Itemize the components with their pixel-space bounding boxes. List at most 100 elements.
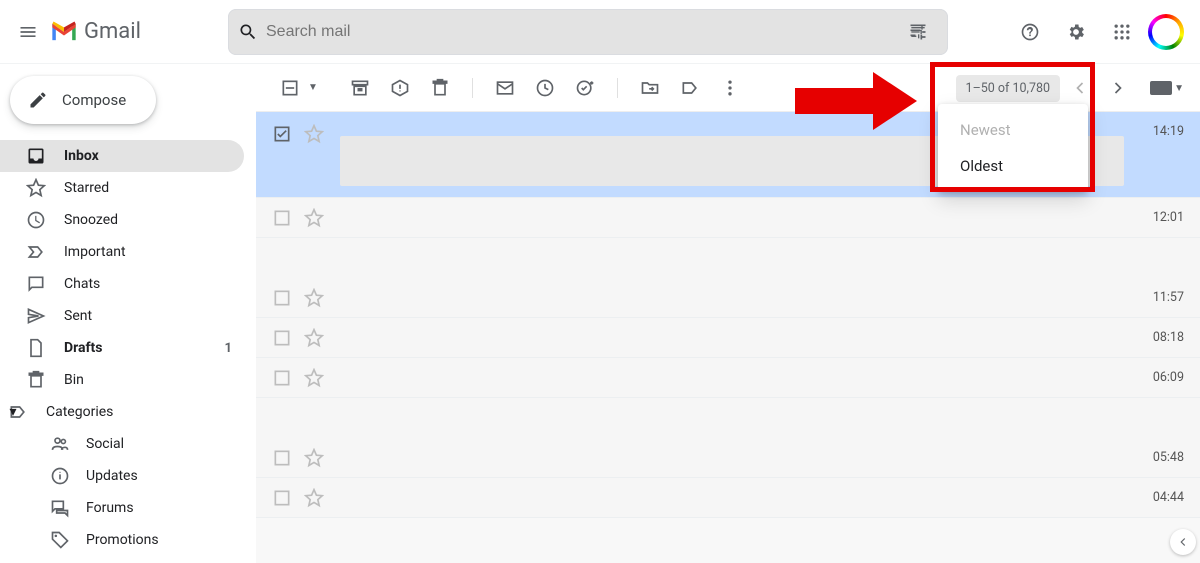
account-avatar[interactable] xyxy=(1148,14,1184,50)
settings-button[interactable] xyxy=(1056,12,1096,52)
row-checkbox-icon[interactable] xyxy=(272,328,292,348)
drafts-icon xyxy=(26,338,46,358)
sidebar-label: Inbox xyxy=(64,148,99,164)
more-vert-icon xyxy=(720,78,740,98)
row-star-icon[interactable] xyxy=(304,488,324,508)
drafts-count: 1 xyxy=(225,341,232,356)
toolbar: ▼ 1–50 of 10,780 xyxy=(256,64,1200,112)
inbox-icon xyxy=(26,146,46,166)
apps-button[interactable] xyxy=(1102,12,1142,52)
sidebar-label: Snoozed xyxy=(64,212,118,228)
sidebar-label: Important xyxy=(64,244,126,260)
hamburger-icon xyxy=(18,22,38,42)
sidebar-item-snoozed[interactable]: Snoozed xyxy=(0,204,244,236)
row-star-icon[interactable] xyxy=(304,368,324,388)
sidebar-label: Bin xyxy=(64,372,84,388)
pagination-sort-menu: Newest Oldest xyxy=(938,104,1088,192)
archive-button[interactable] xyxy=(342,70,378,106)
search-bar[interactable] xyxy=(228,9,948,55)
search-input[interactable] xyxy=(266,23,890,41)
forums-icon xyxy=(50,498,70,518)
select-dropdown-caret-icon[interactable]: ▼ xyxy=(308,82,318,93)
sort-oldest-option[interactable]: Oldest xyxy=(938,148,1088,184)
input-tools-button[interactable]: ▼ xyxy=(1150,81,1184,95)
row-star-icon[interactable] xyxy=(304,288,324,308)
report-spam-button[interactable] xyxy=(382,70,418,106)
gear-icon xyxy=(1066,22,1086,42)
sidebar-item-bin[interactable]: Bin xyxy=(0,364,244,396)
email-row[interactable]: 04:44 xyxy=(256,478,1200,518)
delete-button[interactable] xyxy=(422,70,458,106)
sidebar-label: Drafts xyxy=(64,340,102,356)
compose-button[interactable]: Compose xyxy=(10,76,156,124)
sidebar-item-drafts[interactable]: Drafts 1 xyxy=(0,332,244,364)
older-page-button[interactable] xyxy=(1100,70,1136,106)
chat-icon xyxy=(26,274,46,294)
categories-caret-icon: ▾ xyxy=(8,407,18,417)
snooze-button[interactable] xyxy=(527,70,563,106)
email-time: 11:57 xyxy=(1144,290,1184,305)
row-checkbox-icon[interactable] xyxy=(272,288,292,308)
main-menu-button[interactable] xyxy=(8,12,48,52)
sidebar-item-forums[interactable]: Forums xyxy=(0,492,244,524)
email-time: 14:19 xyxy=(1144,124,1184,139)
sidebar-item-chats[interactable]: Chats xyxy=(0,268,244,300)
select-all-checkbox[interactable] xyxy=(272,70,308,106)
sidebar-item-inbox[interactable]: Inbox xyxy=(0,140,244,172)
sidebar-label: Updates xyxy=(86,468,138,484)
search-options-button[interactable] xyxy=(898,12,938,52)
email-time: 06:09 xyxy=(1144,370,1184,385)
email-row[interactable]: 12:01 xyxy=(256,198,1200,238)
gmail-brand[interactable]: Gmail xyxy=(48,19,228,44)
mark-unread-button[interactable] xyxy=(487,70,523,106)
important-icon xyxy=(26,242,46,262)
chevron-left-icon xyxy=(1070,78,1090,98)
sidebar-item-important[interactable]: Important xyxy=(0,236,244,268)
row-checkbox-icon[interactable] xyxy=(272,208,292,228)
sidebar-item-updates[interactable]: Updates xyxy=(0,460,244,492)
email-row[interactable]: 05:48 xyxy=(256,438,1200,478)
row-star-icon[interactable] xyxy=(304,208,324,228)
sidebar-item-sent[interactable]: Sent xyxy=(0,300,244,332)
sidebar-label: Sent xyxy=(64,308,92,324)
row-star-icon[interactable] xyxy=(304,328,324,348)
newer-page-button[interactable] xyxy=(1062,70,1098,106)
move-to-button[interactable] xyxy=(632,70,668,106)
more-button[interactable] xyxy=(712,70,748,106)
row-checkbox-icon[interactable] xyxy=(272,488,292,508)
help-icon xyxy=(1020,22,1040,42)
sidebar-item-categories[interactable]: ▾ Categories xyxy=(0,396,244,428)
sidebar-item-promotions[interactable]: Promotions xyxy=(0,524,244,556)
email-time: 12:01 xyxy=(1144,210,1184,225)
archive-icon xyxy=(350,78,370,98)
row-checkbox-icon[interactable] xyxy=(272,368,292,388)
support-button[interactable] xyxy=(1010,12,1050,52)
sidebar-label: Promotions xyxy=(86,532,159,548)
sidebar-item-starred[interactable]: Starred xyxy=(0,172,244,204)
email-row[interactable]: 08:18 xyxy=(256,318,1200,358)
email-row[interactable]: 06:09 xyxy=(256,358,1200,398)
app-header: Gmail xyxy=(0,0,1200,64)
side-panel-toggle[interactable] xyxy=(1170,529,1196,555)
people-icon xyxy=(50,434,70,454)
chevron-right-icon xyxy=(1108,78,1128,98)
sidebar-label: Chats xyxy=(64,276,100,292)
row-checkbox-checked-icon[interactable] xyxy=(272,124,292,144)
pagination-count-button[interactable]: 1–50 of 10,780 xyxy=(956,75,1061,102)
message-list-pane: ▼ 1–50 of 10,780 xyxy=(256,64,1200,563)
email-time: 08:18 xyxy=(1144,330,1184,345)
labels-button[interactable] xyxy=(672,70,708,106)
chevron-left-icon xyxy=(1176,535,1190,549)
email-row[interactable]: 11:57 xyxy=(256,278,1200,318)
email-time: 04:44 xyxy=(1144,490,1184,505)
sidebar-item-social[interactable]: Social xyxy=(0,428,244,460)
row-checkbox-icon[interactable] xyxy=(272,448,292,468)
folder-move-icon xyxy=(640,78,660,98)
tune-icon xyxy=(908,22,928,42)
row-star-icon[interactable] xyxy=(304,124,324,144)
row-star-icon[interactable] xyxy=(304,448,324,468)
add-to-tasks-button[interactable] xyxy=(567,70,603,106)
sidebar-label: Categories xyxy=(46,404,113,420)
sidebar-label: Social xyxy=(86,436,124,452)
apps-grid-icon xyxy=(1112,22,1132,42)
